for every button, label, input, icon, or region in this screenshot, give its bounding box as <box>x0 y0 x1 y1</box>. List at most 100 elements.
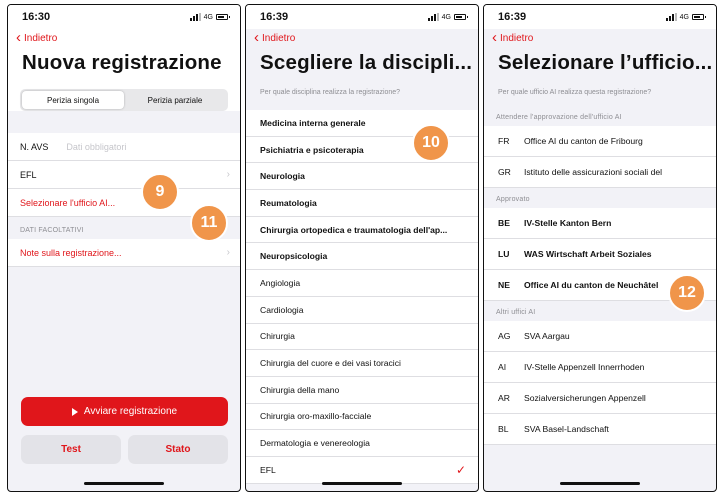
avs-label: N. AVS <box>20 141 49 152</box>
office-item[interactable]: AG SVA Aargau <box>484 321 716 352</box>
status-bar: 16:39 4G <box>484 5 716 29</box>
discipline-label: Chirurgia della mano <box>260 384 340 395</box>
discipline-label: Chirurgia <box>260 331 295 342</box>
section-header: Approvato <box>496 196 530 203</box>
segment-partial-report[interactable]: Perizia parziale <box>124 91 226 109</box>
office-name: Office AI du canton de Neuchâtel <box>524 280 659 290</box>
page-title: Nuova registrazione <box>22 51 222 74</box>
office-question: Per quale ufficio AI realizza questa reg… <box>484 83 716 106</box>
start-recording-label: Avviare registrazione <box>83 406 178 417</box>
office-item[interactable]: GR Istituto delle assicurazioni sociali d… <box>484 157 716 188</box>
office-name: SVA Aargau <box>524 331 570 341</box>
office-name: SVA Basel-Landschaft <box>524 424 609 434</box>
discipline-label: Neurologia <box>260 171 305 182</box>
discipline-item[interactable]: Neurologia <box>246 163 478 191</box>
clock: 16:30 <box>22 11 51 23</box>
back-label: Indietro <box>262 32 296 44</box>
discipline-label: Cardiologia <box>260 304 304 315</box>
canton-code: AG <box>498 331 511 341</box>
discipline-list: Medicina interna generale Psichiatria e p… <box>246 110 478 484</box>
discipline-item[interactable]: Neuropsicologia <box>246 243 478 271</box>
clock: 16:39 <box>498 11 527 23</box>
back-label: Indietro <box>24 32 58 44</box>
notes-row[interactable]: Note sulla registrazione... › <box>8 239 240 267</box>
checkmark-icon: ✓ <box>455 462 466 477</box>
office-item[interactable]: AR Sozialversicherungen Appenzell <box>484 383 716 414</box>
canton-code: GR <box>498 167 511 177</box>
status-bar: 16:39 4G <box>246 5 478 29</box>
discipline-item[interactable]: Chirurgia <box>246 323 478 351</box>
network-type: 4G <box>203 13 213 21</box>
network-type: 4G <box>441 13 451 21</box>
chevron-right-icon: › <box>226 247 230 258</box>
play-icon <box>71 407 78 416</box>
test-button[interactable]: Test <box>21 435 121 464</box>
discipline-item[interactable]: Chirurgia della mano <box>246 376 478 404</box>
office-name: WAS Wirtschaft Arbeit Soziales <box>524 249 652 259</box>
annotation-marker-9: 9 <box>141 173 179 211</box>
chevron-left-icon: ‹ <box>254 29 259 46</box>
canton-code: AI <box>498 362 507 372</box>
battery-icon <box>692 14 706 20</box>
back-button[interactable]: ‹ Indietro <box>246 29 478 47</box>
annotation-marker-12: 12 <box>668 274 706 312</box>
discipline-label: Neuropsicologia <box>260 251 328 262</box>
discipline-item[interactable]: EFL ✓ <box>246 456 478 484</box>
canton-code: FR <box>498 136 510 146</box>
select-office-label: Selezionare l'ufficio AI... <box>20 197 116 208</box>
discipline-item[interactable]: Cardiologia <box>246 296 478 324</box>
discipline-label: Dermatologia e venereologia <box>260 438 370 449</box>
back-label: Indietro <box>500 32 534 44</box>
signal-indicator: 4G <box>665 13 706 21</box>
canton-code: BE <box>498 218 510 228</box>
office-item[interactable]: AI IV-Stelle Appenzell Innerrhoden <box>484 352 716 383</box>
discipline-label: Angiologia <box>260 277 301 288</box>
discipline-row[interactable]: EFL › <box>8 161 240 189</box>
phone-screen-select-office: 16:39 4G ‹ Indietro Selezionare l’ufficio… <box>483 4 717 492</box>
phone-screen-choose-discipline: 16:39 4G ‹ Indietro Scegliere la discipli… <box>245 4 479 492</box>
avs-placeholder: Dati obbligatori <box>66 141 127 152</box>
office-item[interactable]: BE IV-Stelle Kanton Bern <box>484 208 716 239</box>
chevron-left-icon: ‹ <box>16 29 21 46</box>
signal-indicator: 4G <box>427 13 468 21</box>
battery-icon <box>454 14 468 20</box>
status-button[interactable]: Stato <box>128 435 228 464</box>
signal-indicator: 4G <box>189 13 230 21</box>
office-name: Office AI du canton de Fribourg <box>524 136 643 146</box>
discipline-item[interactable]: Reumatologia <box>246 190 478 217</box>
notes-label: Note sulla registrazione... <box>20 247 122 258</box>
section-header: Attendere l'approvazione dell'ufficio AI <box>496 114 622 121</box>
discipline-item[interactable]: Chirurgia oro-maxillo-facciale <box>246 403 478 431</box>
back-button[interactable]: ‹ Indietro <box>484 29 716 47</box>
segment-single-report[interactable]: Perizia singola <box>22 91 124 109</box>
discipline-value: EFL <box>20 169 37 180</box>
discipline-label: Psichiatria e psicoterapia <box>260 144 364 155</box>
phone-screen-new-registration: 16:30 4G ‹ Indietro Nuova registrazione P… <box>7 4 241 492</box>
discipline-item[interactable]: Angiologia <box>246 270 478 297</box>
back-button[interactable]: ‹ Indietro <box>8 29 240 47</box>
signal-bars-icon <box>665 13 677 21</box>
battery-icon <box>216 14 230 20</box>
canton-code: AR <box>498 393 510 403</box>
chevron-left-icon: ‹ <box>492 29 497 46</box>
home-indicator <box>322 482 402 485</box>
discipline-label: EFL <box>260 464 276 475</box>
discipline-item[interactable]: Chirurgia del cuore e dei vasi toracici <box>246 350 478 377</box>
signal-bars-icon <box>427 13 439 21</box>
office-item[interactable]: FR Office AI du canton de Fribourg <box>484 126 716 157</box>
office-item[interactable]: LU WAS Wirtschaft Arbeit Soziales <box>484 239 716 270</box>
canton-code: NE <box>498 280 510 290</box>
discipline-item[interactable]: Dermatologia e venereologia <box>246 430 478 457</box>
office-name: Sozialversicherungen Appenzell <box>524 393 646 403</box>
discipline-item[interactable]: Chirurgia ortopedica e traumatologia del… <box>246 216 478 244</box>
office-item[interactable]: BL SVA Basel-Landschaft <box>484 414 716 445</box>
status-bar: 16:30 4G <box>8 5 240 29</box>
avs-number-field[interactable]: N. AVS Dati obbligatori <box>8 133 240 161</box>
start-recording-button[interactable]: Avviare registrazione <box>21 397 228 426</box>
annotation-marker-10: 10 <box>412 124 450 162</box>
office-name: Istituto delle assicurazioni sociali del <box>524 167 663 177</box>
discipline-label: Chirurgia oro-maxillo-facciale <box>260 411 372 422</box>
discipline-question: Per quale disciplina realizza la registr… <box>246 83 478 110</box>
canton-code: LU <box>498 249 510 259</box>
discipline-label: Reumatologia <box>260 197 317 208</box>
